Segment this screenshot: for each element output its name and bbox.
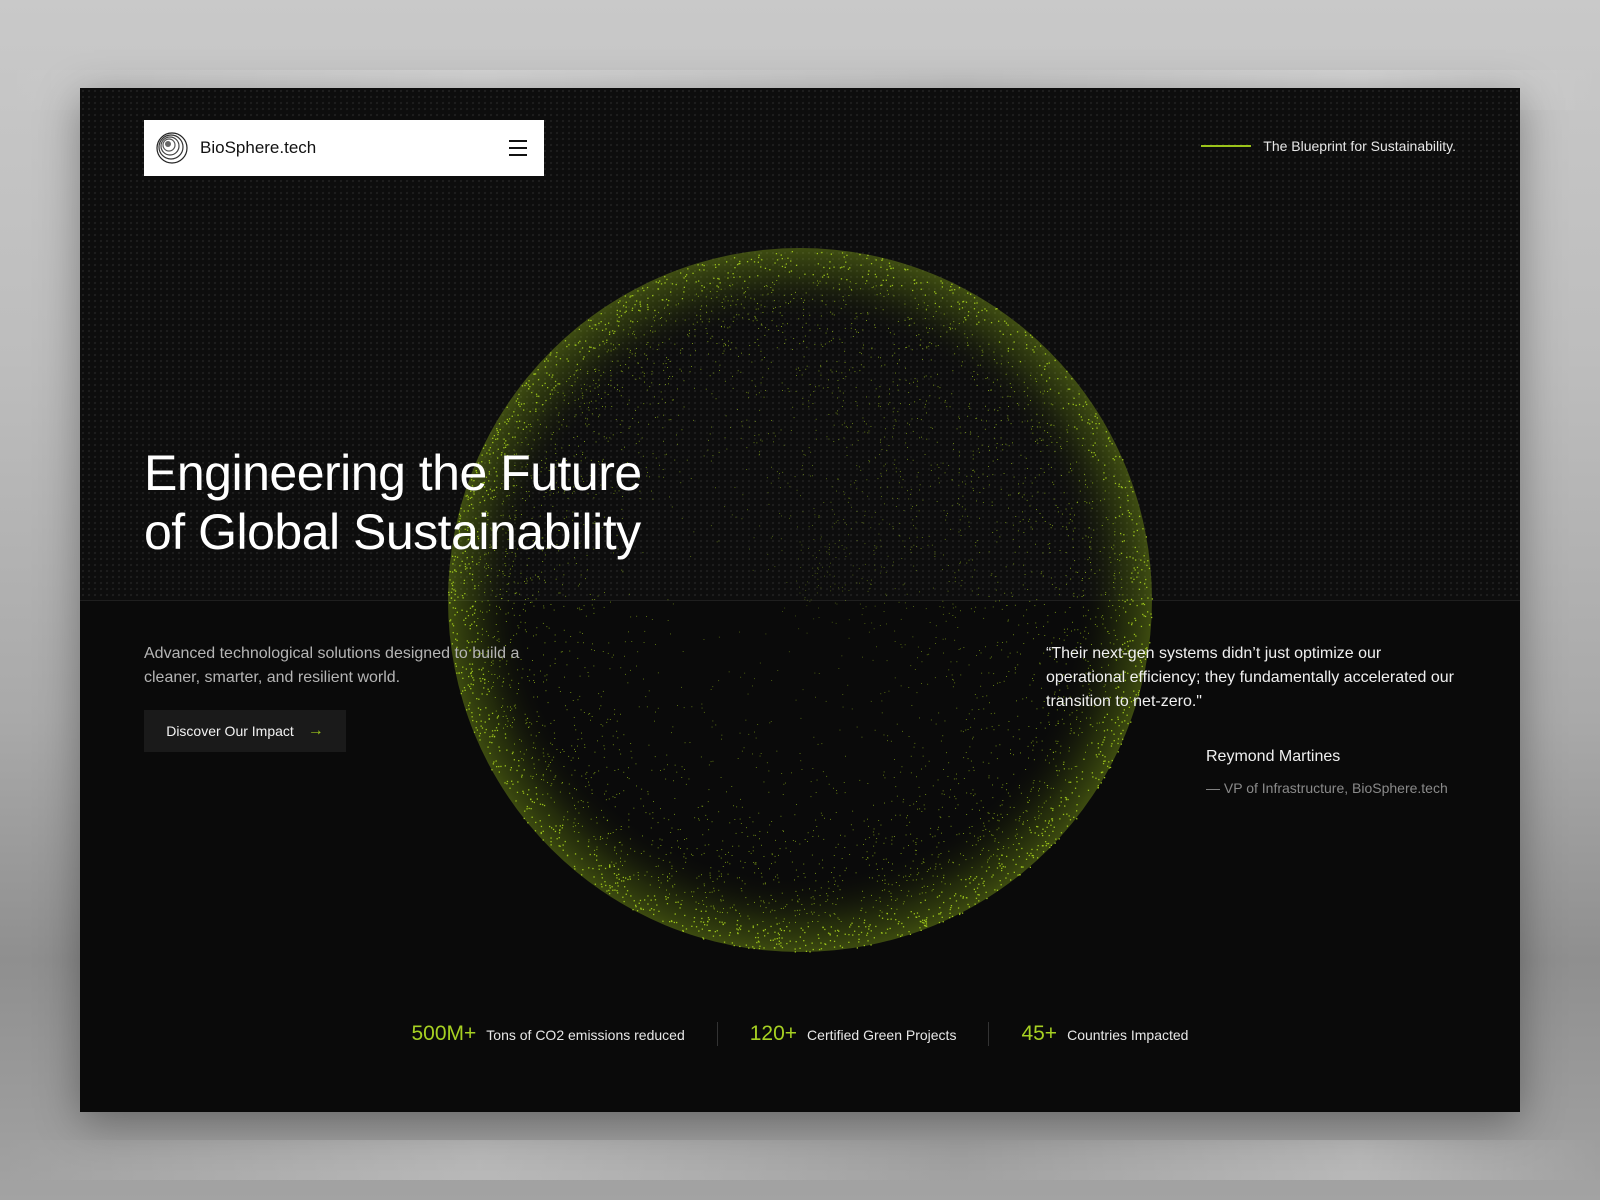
tagline: The Blueprint for Sustainability.	[1201, 138, 1456, 154]
stat-label: Countries Impacted	[1067, 1027, 1189, 1043]
menu-button[interactable]	[504, 134, 532, 162]
stat-value: 500M+	[411, 1022, 477, 1045]
stat-value: 45+	[1021, 1022, 1058, 1045]
cta-label: Discover Our Impact	[166, 723, 294, 739]
arrow-right-icon: →	[307, 722, 324, 739]
hamburger-icon	[509, 140, 527, 142]
headline-line-2: of Global Sustainability	[144, 504, 641, 560]
stat-item: 500M+ Tons of CO2 emissions reduced	[380, 1022, 717, 1046]
discover-impact-button[interactable]: Discover Our Impact →	[144, 710, 346, 752]
testimonial-role: — VP of Infrastructure, BioSphere.tech	[1206, 780, 1448, 796]
hero-subtext: Advanced technological solutions designe…	[144, 645, 520, 686]
brand-name[interactable]: BioSphere.tech	[200, 138, 504, 158]
headline-line-1: Engineering the Future	[144, 445, 642, 501]
stat-label: Certified Green Projects	[807, 1027, 957, 1043]
stat-item: 45+ Countries Impacted	[988, 1022, 1220, 1046]
stat-value: 120+	[749, 1022, 798, 1045]
hero-headline: Engineering the Future of Global Sustain…	[144, 444, 642, 562]
testimonial-quote: “Their next-gen systems didn’t just opti…	[1046, 645, 1454, 710]
tagline-text: The Blueprint for Sustainability.	[1263, 138, 1456, 154]
landing-page-frame: BioSphere.tech The Blueprint for Sustain…	[80, 88, 1520, 1112]
stat-item: 120+ Certified Green Projects	[716, 1022, 989, 1046]
tagline-accent-line	[1201, 145, 1252, 147]
testimonial-author: Reymond Martines	[1206, 748, 1341, 765]
stats-bar: 500M+ Tons of CO2 emissions reduced 120+…	[80, 1022, 1520, 1046]
stat-label: Tons of CO2 emissions reduced	[486, 1027, 685, 1043]
top-navbar: BioSphere.tech	[144, 120, 544, 176]
concentric-circles-icon[interactable]	[156, 132, 188, 164]
